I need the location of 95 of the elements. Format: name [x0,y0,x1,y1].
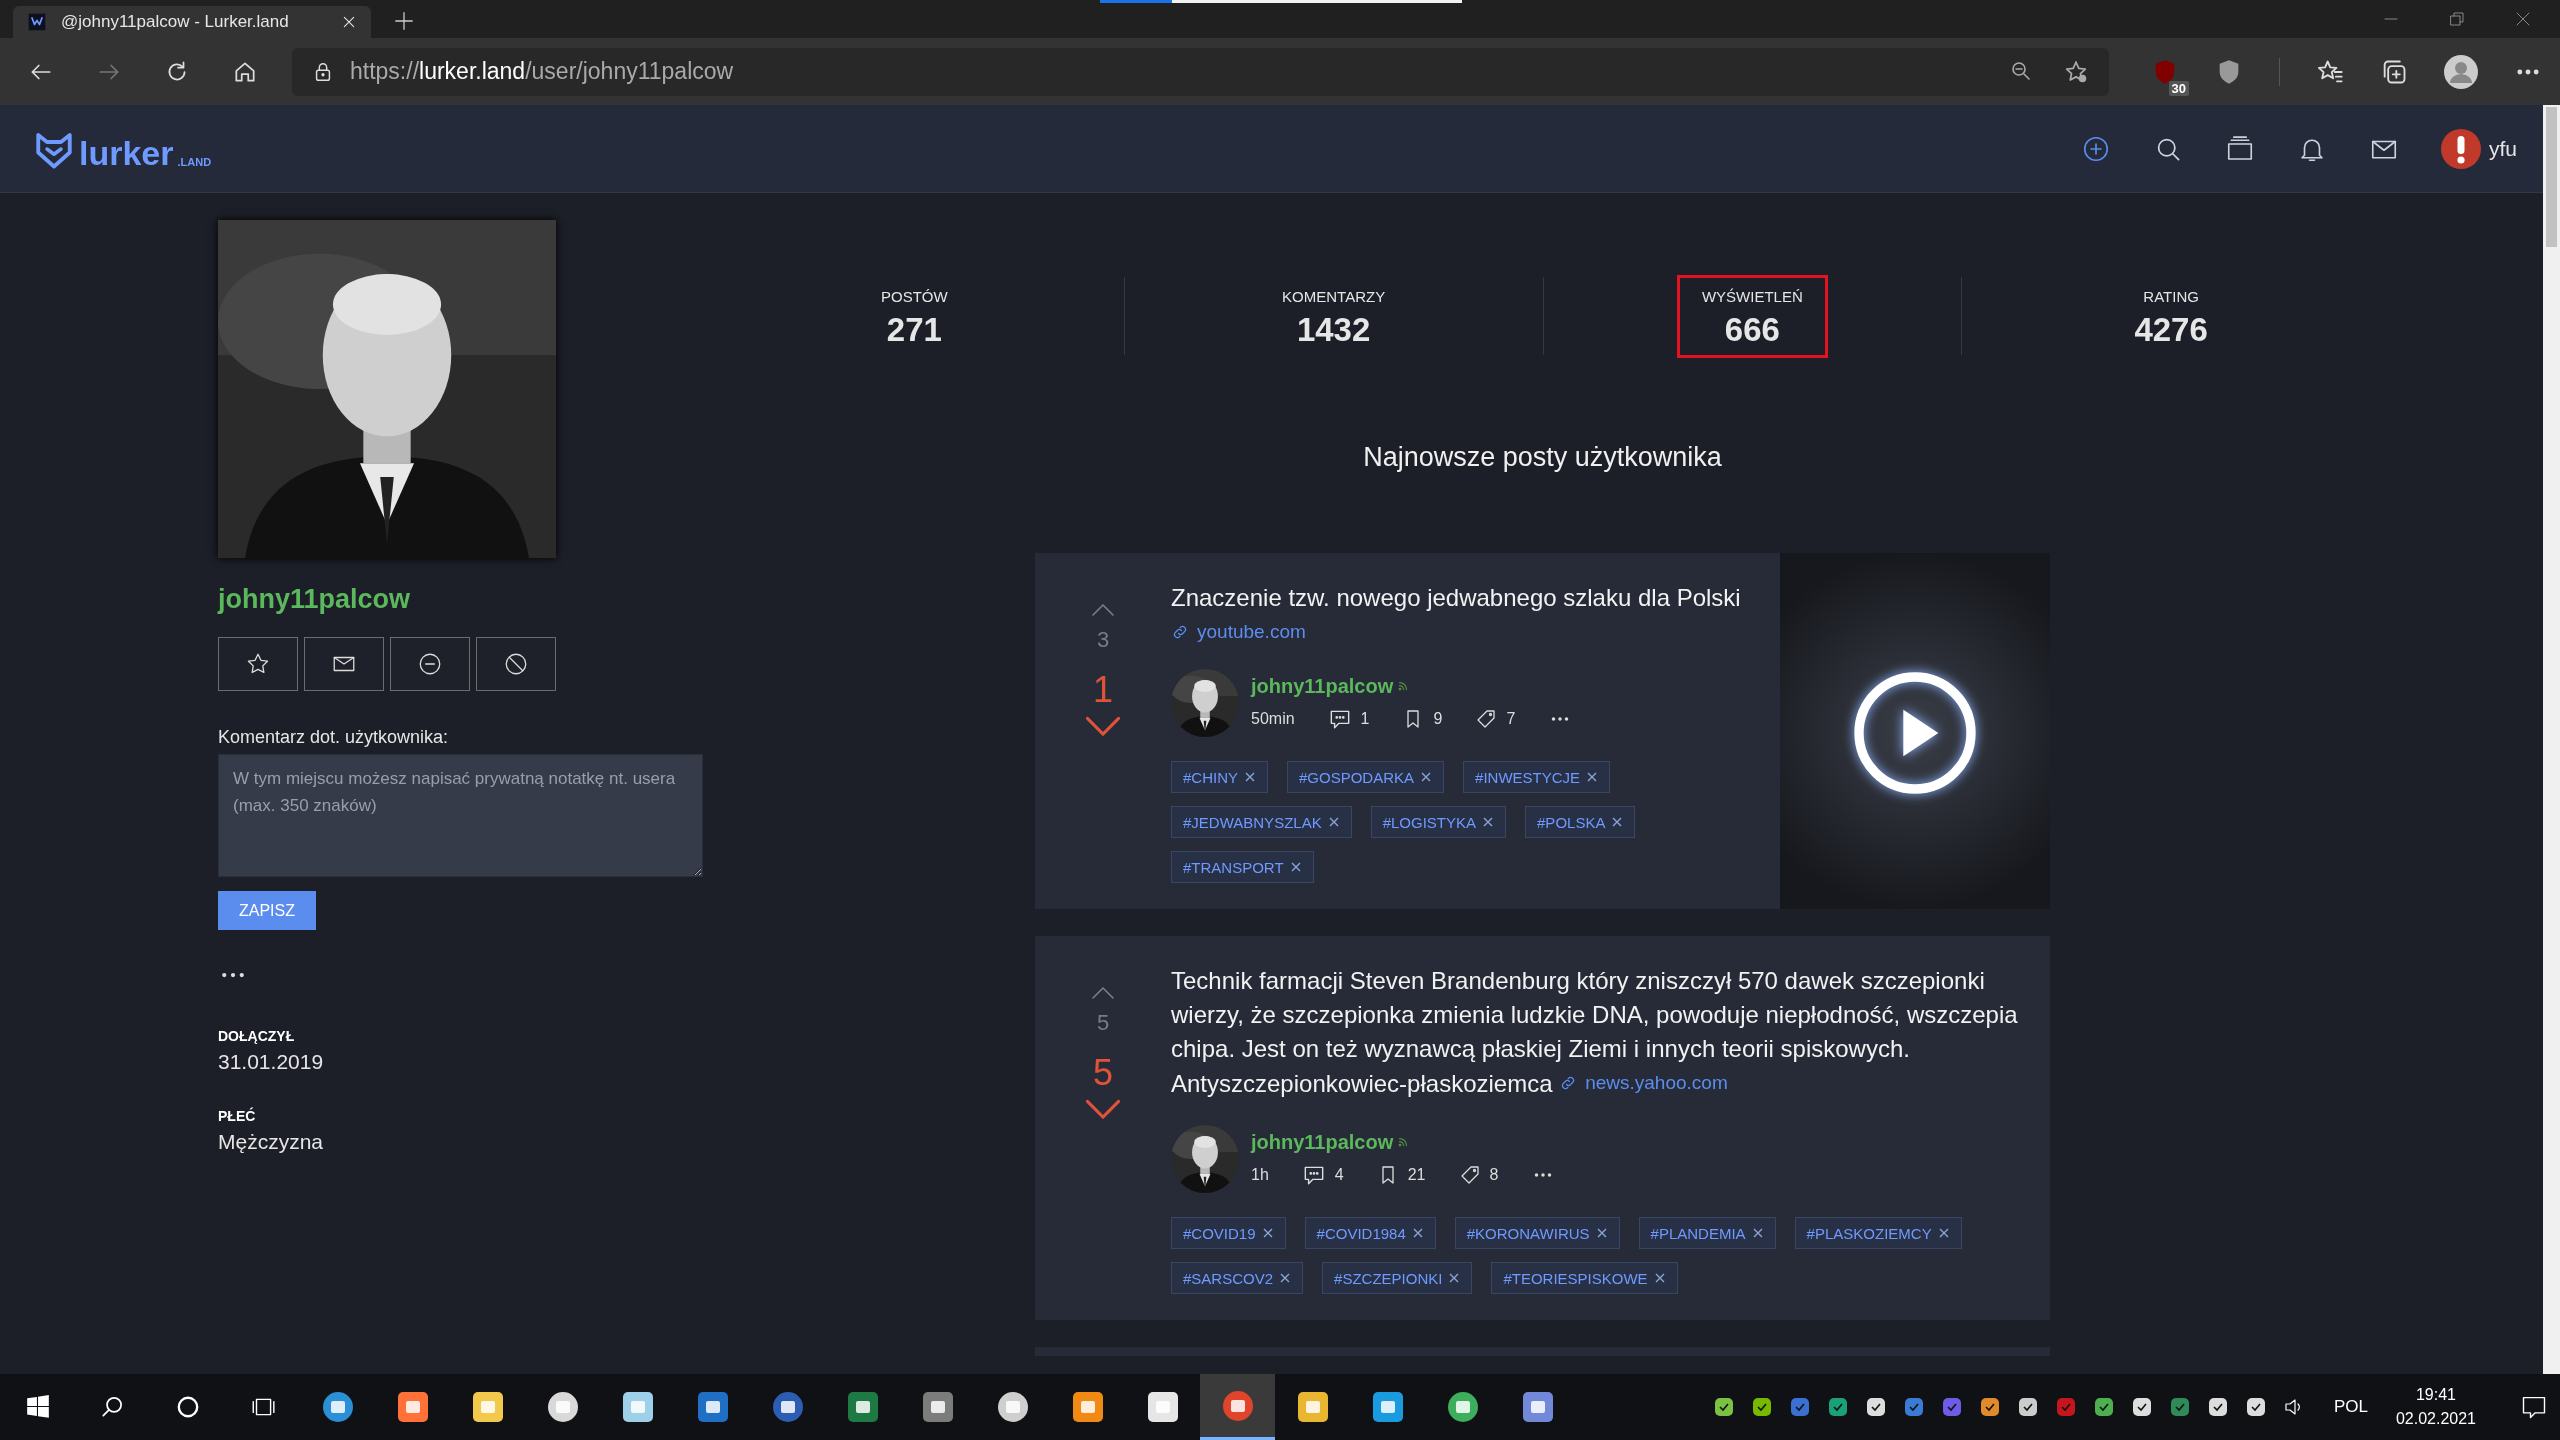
source-link[interactable]: news.yahoo.com [1559,1066,1728,1100]
post-time: 50min [1251,709,1295,728]
site-icon [27,12,47,32]
section-heading: Najnowsze posty użytkownika [1363,442,1722,473]
tag-chip[interactable]: #KORONAWIRUS [1454,1217,1620,1249]
tag-count: 8 [1489,1165,1499,1184]
language-indicator[interactable]: POL [2333,1397,2368,1417]
source-link[interactable]: youtube.com [1171,621,1306,643]
remove-icon[interactable] [1289,861,1302,873]
stat-value: 4276 [2134,310,2208,349]
author-name[interactable]: johny11palcow [1251,1130,1394,1154]
address-bar[interactable]: https://lurker.land/user/johny11palcow [292,47,2109,96]
tag-chip[interactable]: #PLASKOZIEMCY [1794,1217,1962,1249]
rss-icon [1397,680,1410,692]
tag-chip[interactable]: #COVID1984 [1304,1217,1436,1249]
username[interactable]: yfu [2489,136,2517,161]
note-label: Komentarz dot. użytkownika: [218,727,450,748]
tag-chip[interactable]: #JEDWABNYSZLAK [1171,806,1352,838]
remove-icon[interactable] [1653,1272,1666,1284]
remove-icon[interactable] [1244,771,1256,783]
bookmark-count: 21 [1407,1165,1426,1184]
stat-label: POSTÓW [881,287,948,305]
post-score: 5 [1093,1052,1113,1094]
clock-date[interactable]: 02.02.2021 [2395,1407,2476,1431]
rss-icon [1397,1136,1410,1148]
alert-avatar-icon[interactable] [2441,128,2481,169]
ignore-button[interactable] [390,637,470,691]
remove-icon[interactable] [1937,1227,1950,1239]
restore-icon[interactable] [2448,10,2466,28]
comment-count: 4 [1334,1165,1344,1184]
remove-icon[interactable] [1586,771,1599,783]
post-title[interactable]: Znaczenie tzw. nowego jedwabnego szlaku dla Polski [1171,581,1760,615]
remove-icon[interactable] [1279,1272,1292,1284]
tag-chip[interactable]: #TRANSPORT [1171,851,1314,883]
remove-icon[interactable] [1420,771,1433,783]
remove-icon[interactable] [1327,816,1340,828]
tag-chip[interactable]: #GOSPODARKA [1287,761,1445,793]
field-value: Mężczyzna [218,1130,325,1154]
stat-value: 271 [886,310,942,349]
taskbar-button[interactable] [1200,1374,1275,1440]
tag-chip[interactable]: #INWESTYCJE [1463,761,1611,793]
logo-suffix[interactable]: .LAND [177,155,212,168]
tag-chip[interactable]: #POLSKA [1525,806,1636,838]
extension-badge: 30 [2168,80,2189,96]
tag-chip[interactable]: #CHINY [1171,761,1268,793]
upvote-count: 5 [1096,1010,1110,1036]
close-icon[interactable] [2514,10,2532,28]
bookmark-count: 9 [1433,709,1443,728]
minus-circle-icon [417,651,443,677]
remove-icon[interactable] [1482,816,1495,828]
upvote-count: 3 [1096,627,1110,653]
remove-icon[interactable] [1411,1227,1424,1239]
stat-value: 1432 [1296,310,1371,349]
save-button[interactable]: ZAPISZ [218,891,316,930]
profile-username: johny11palcow [218,584,412,615]
remove-icon[interactable] [1751,1227,1764,1239]
note-field[interactable]: W tym miejscu możesz napisać prywatną notatkę nt. usera (max. 350 znaków) [218,754,703,877]
field-label: DOŁĄCZYŁ [218,1028,296,1044]
tag-chip[interactable]: #SARSCOV2 [1171,1262,1304,1294]
clock-time[interactable]: 19:41 [2415,1383,2456,1407]
remove-icon[interactable] [1261,1227,1274,1239]
new-tab-icon[interactable] [393,10,415,32]
scrollbar[interactable] [2543,105,2560,1374]
stat-label: RATING [2143,287,2199,305]
stat-label: KOMENTARZY [1282,287,1386,305]
logo-text[interactable]: lurker [79,135,174,170]
stat-label: WYŚWIETLEŃ [1701,287,1803,305]
profile-avatar-icon[interactable] [2444,54,2478,89]
message-button[interactable] [304,637,384,691]
start-icon[interactable] [24,1394,51,1420]
tag-chip[interactable]: #COVID19 [1171,1217,1286,1249]
add-favorite-icon[interactable] [2063,58,2089,85]
remove-icon[interactable] [1595,1227,1608,1239]
tag-chip[interactable]: #TEORIESPISKOWE [1491,1262,1678,1294]
close-icon[interactable] [341,14,357,30]
browser-tab[interactable]: @johny11palcow - Lurker.land [13,6,371,38]
field-label: PŁEĆ [218,1108,257,1124]
block-button[interactable] [476,637,556,691]
stat-value: 666 [1724,310,1780,349]
follow-button[interactable] [218,637,298,691]
remove-icon[interactable] [1611,816,1624,828]
video-thumbnail[interactable] [1780,553,2050,909]
tag-count: 7 [1506,709,1516,728]
author-name[interactable]: johny11palcow [1251,674,1394,698]
post-time: 1h [1251,1165,1269,1184]
tag-chip[interactable]: #LOGISTYKA [1370,806,1507,838]
tag-chip[interactable]: #SZCZEPIONKI [1322,1262,1473,1294]
block-icon [503,651,529,677]
post-title[interactable]: Technik farmacji Steven Brandenburg który zniszczył 570 dawek szczepionki wierzy, że szczepionka zmienia ludzkie DNA, powoduje niepłodność, wszczepia chipa. Jest on też wyznawcą płaskiej Ziemi i innych teorii spiskowych. Antyszczepionkowiec-płaskoziemca news.yahoo.com [1171,964,2030,1101]
field-value: 31.01.2019 [218,1050,325,1074]
post-score: 1 [1093,669,1113,711]
tag-chip[interactable]: #PLANDEMIA [1638,1217,1776,1249]
comment-count: 1 [1360,709,1370,728]
remove-icon[interactable] [1448,1272,1461,1284]
link-icon [1171,623,1189,641]
